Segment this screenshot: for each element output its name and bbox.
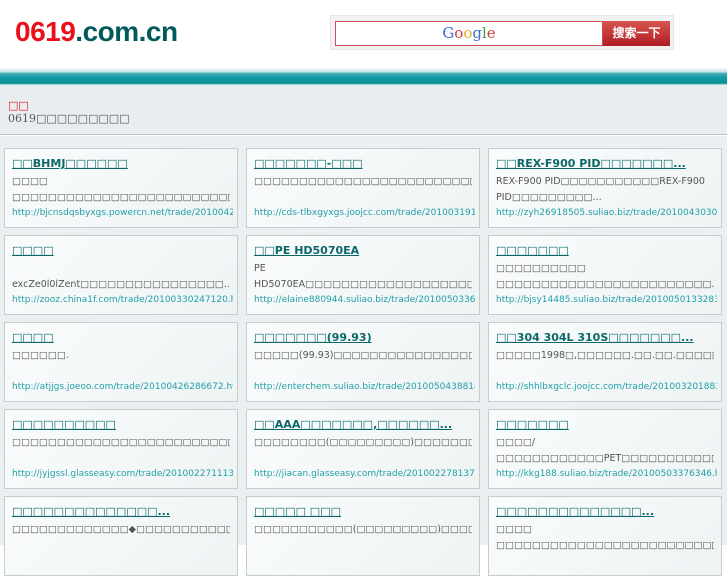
result-url-link[interactable]: http://bjsy14485.suliao.biz/trade/201005… [496,295,717,305]
header-band [0,68,727,85]
result-description: □□□□□1998□,□□□□□□.□□.□□.□□□□□□□□□□□□□□..… [496,350,714,361]
result-title-link[interactable]: □□REX-F900 PID□□□□□□□... [496,157,714,173]
header: 0619.com.cn Google 搜索一下 [0,0,727,68]
result-description: □□□□□□. [12,350,69,361]
result-url-link[interactable]: http://jiacan.glasseasy.com/trade/201002… [254,469,475,479]
result-card: □□□□ □□□□□□. http://atjjgs.joeoo.com/trade… [4,322,238,402]
result-url-link[interactable]: http://jyjgssl.glasseasy.com/trade/20100… [12,469,233,479]
result-description: □□□□□□□□□□□(□□□□□□□□□)□□□□□□□□□.□□□□□... [254,524,472,535]
result-url-link[interactable]: http://shhlbxgclc.joojcc.com/trade/20100… [496,382,717,392]
card-grid: □□BHMJ□□□□□□ □□□□ □□□□□□□□□□□□□□□□□□□□□□□… [0,136,727,576]
result-title-link[interactable]: □□□□□□□ [496,244,714,260]
search-button[interactable]: 搜索一下 [603,21,670,46]
section-subtitle: 0619□□□□□□□□□ [8,112,130,125]
result-card: □□□□□□□□□□□□□□... □□□□□□□□□□□□□◆□□□□□□□□□… [4,496,238,576]
result-card: □□REX-F900 PID□□□□□□□... REX-F900 PID□□□□… [488,148,722,228]
info-bar: □□ 0619□□□□□□□□□ [0,85,727,135]
google-logo-letter: g [472,24,482,42]
section-title: □□ [8,99,29,112]
result-description: □□□□ □□□□□□□□□□□□□□□□□□□□□□□□□□□□□□□... [496,524,714,551]
result-url-link[interactable]: http://zooz.china1f.com/trade/2010033024… [12,295,233,305]
result-card: □□AAA□□□□□□□,□□□□□□... □□□□□□□□(□□□□□□□□□… [246,409,480,489]
result-card: □□□□□□□ □□□□/□□□□□□□□□□□□PET□□□□□□□□□□□□□… [488,409,722,489]
site-logo[interactable]: 0619.com.cn [15,16,178,48]
result-card: □□□□ excZe0l0lZent□□□□□□□□□□□□□□□□... htt… [4,235,238,315]
result-title-link[interactable]: □□PE HD5070EA [254,244,472,260]
result-description: excZe0l0lZent□□□□□□□□□□□□□□□□... [12,263,230,290]
result-description: □□□□□□□□□□□□□◆□□□□□□□□□□□□□□□□□□□□□... [12,524,230,535]
result-title-link[interactable]: □□□□□□□(99.93) [254,331,472,347]
result-url-link[interactable]: http://enterchem.suliao.biz/trade/201005… [254,382,475,392]
result-title-link[interactable]: □□□□□□□ [496,418,714,434]
google-logo-letter: o [454,24,464,42]
result-title-link[interactable]: □□304 304L 310S□□□□□□□... [496,331,714,347]
search-input[interactable]: Google [335,21,603,46]
result-description: □□□□□□□□(□□□□□□□□□)□□□□□□□□□.□□□□□□□□□..… [254,437,472,448]
result-description: □□□□ □□□□□□□□□□□□□□□□□□□□□□□□□□□□□□... [12,176,230,203]
result-card: □□□□□□□(99.93) □□□□□(99.93)□□□□□□□□□□□□□□… [246,322,480,402]
result-title-link[interactable]: □□□□□□□□□□ [12,418,230,434]
google-logo-letter: e [486,24,496,42]
result-title-link[interactable]: □□□□□□□□□□□□□□... [12,505,230,521]
result-url-link[interactable]: http://kkg188.suliao.biz/trade/201005033… [496,469,717,479]
result-card: □□□□□□□□□□ □□□□□□□□□□□□□□□□□□□□□□□□□□□□□□… [4,409,238,489]
result-title-link[interactable]: □□AAA□□□□□□□,□□□□□□... [254,418,472,434]
result-description: □□□□□(99.93)□□□□□□□□□□□□□□□□□□□□□□□□□□□.… [254,350,472,361]
result-description: □□□□□□□□□□ □□□□□□□□□□□□□□□□□□□□□□□□... [496,263,714,290]
result-title-link[interactable]: □□□□□□□-□□□ [254,157,472,173]
result-card: □□□□□□□ □□□□□□□□□□ □□□□□□□□□□□□□□□□□□□□□□… [488,235,722,315]
result-title-link[interactable]: □□□□ [12,331,230,347]
result-url-link[interactable]: http://bjcnsdqsbyxgs.powercn.net/trade/2… [12,208,233,218]
result-url-link[interactable]: http://cds-tlbxgyxgs.joojcc.com/trade/20… [254,208,475,218]
result-description: □□□□□□□□□□□□□□□□□□□□□□□□□□□□□□□□□□□□... [254,176,472,187]
result-card: □□PE HD5070EA PE HD5070EA□□□□□□□□□□□□□□□□… [246,235,480,315]
result-card: □□□□□□□□□□□□□□... □□□□ □□□□□□□□□□□□□□□□□□… [488,496,722,576]
result-card: □□304 304L 310S□□□□□□□... □□□□□1998□,□□□□… [488,322,722,402]
result-description: □□□□□□□□□□□□□□□□□□□□□□□□□□□□□□□□□□□□1997… [12,437,230,448]
result-url-link[interactable]: http://elaine880944.suliao.biz/trade/201… [254,295,475,305]
result-url-link[interactable]: http://zyh26918505.suliao.biz/trade/2010… [496,208,717,218]
google-logo-letter: o [463,24,473,42]
result-card: □□BHMJ□□□□□□ □□□□ □□□□□□□□□□□□□□□□□□□□□□□… [4,148,238,228]
result-card: □□□□□□□-□□□ □□□□□□□□□□□□□□□□□□□□□□□□□□□□□… [246,148,480,228]
result-title-link[interactable]: □□□□□□□□□□□□□□... [496,505,714,521]
result-description: REX-F900 PID□□□□□□□□□□□REX-F900 PID□□□□□… [496,176,705,203]
result-description: PE HD5070EA□□□□□□□□□□□□□□□□□□□□□□□□□□□□□… [254,263,472,290]
search-form: Google 搜索一下 [330,15,674,50]
result-card: □□□□□ □□□ □□□□□□□□□□□(□□□□□□□□□)□□□□□□□□□… [246,496,480,576]
result-description: □□□□/□□□□□□□□□□□□PET□□□□□□□□□□□□□□□XTL-M… [496,437,714,464]
result-title-link[interactable]: □□□□□ □□□ [254,505,472,521]
result-title-link[interactable]: □□BHMJ□□□□□□ [12,157,230,173]
google-logo-letter: G [442,24,455,42]
result-url-link[interactable]: http://atjjgs.joeoo.com/trade/2010042628… [12,382,233,392]
result-title-link[interactable]: □□□□ [12,244,230,260]
